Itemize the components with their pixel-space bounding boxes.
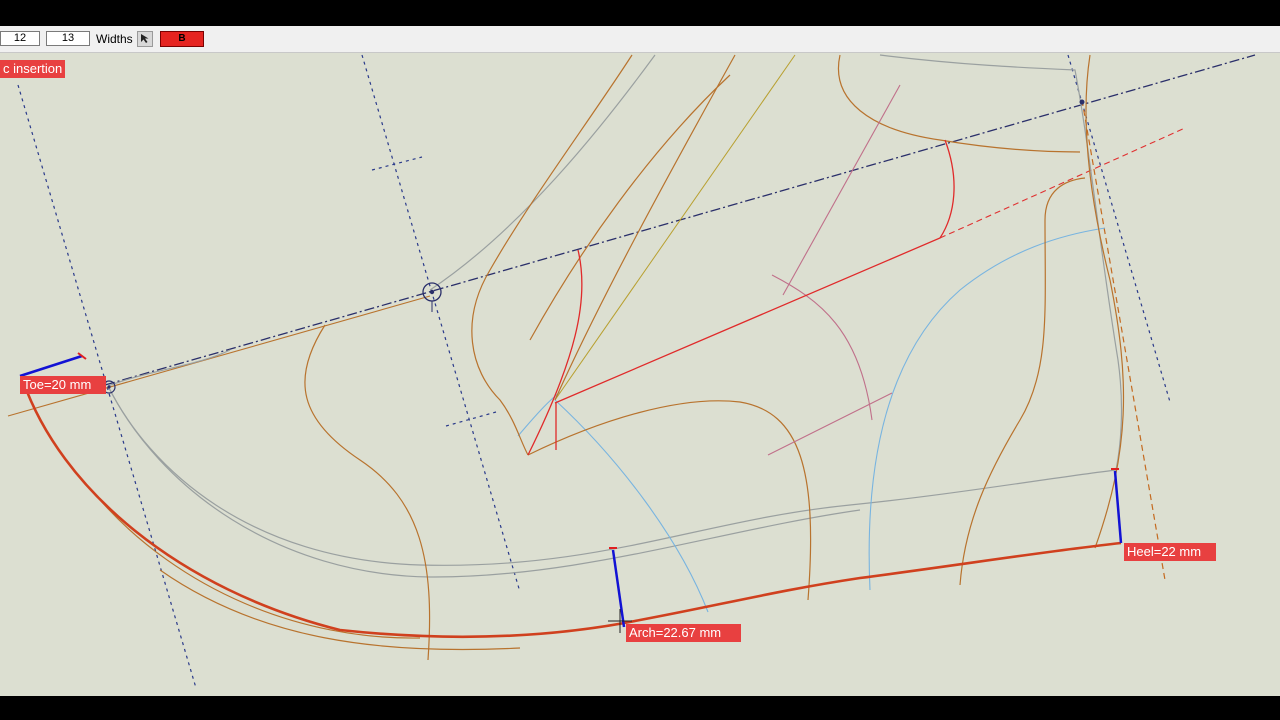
heel-measurement-label: Heel=22 mm <box>1124 543 1216 561</box>
red-dashed-line <box>939 127 1186 239</box>
guide-lines-blue <box>17 54 1171 689</box>
control-point-icon[interactable] <box>422 282 442 312</box>
value-field-b[interactable] <box>46 31 90 46</box>
toe-measurement-label: Toe=20 mm <box>20 376 106 394</box>
heel-axis-point[interactable] <box>1079 99 1085 105</box>
arch-bar <box>611 549 626 628</box>
b-button[interactable]: B <box>160 31 204 47</box>
arrow-icon <box>141 34 149 43</box>
heel-bar <box>1113 470 1123 544</box>
bottom-bar <box>0 696 1280 720</box>
sole-line <box>20 377 1122 639</box>
mauve-lines <box>767 84 901 456</box>
grey-curves <box>107 54 1123 578</box>
title-bar <box>0 0 1280 26</box>
orange-dashed-line-2 <box>7 295 431 417</box>
cursor-tool-icon[interactable] <box>137 31 153 47</box>
measurement-bar-ticks <box>77 352 1119 549</box>
widths-label: Widths <box>96 32 133 46</box>
toe-bar <box>19 354 83 378</box>
olive-line <box>554 54 796 401</box>
toolbar: Widths B <box>0 26 1280 53</box>
blue-curves <box>517 227 1106 613</box>
drawing-canvas[interactable]: c insertion Toe=20 mm Arch=22.67 mm Heel… <box>0 53 1280 696</box>
mode-label: c insertion <box>0 60 66 78</box>
value-field-a[interactable] <box>0 31 40 46</box>
orange-dashed-line <box>1081 99 1166 581</box>
arch-measurement-label: Arch=22.67 mm <box>626 624 741 642</box>
pattern-curves <box>99 54 1125 661</box>
red-pattern-lines <box>527 139 955 456</box>
shoe-last-drawing[interactable] <box>0 53 1280 696</box>
